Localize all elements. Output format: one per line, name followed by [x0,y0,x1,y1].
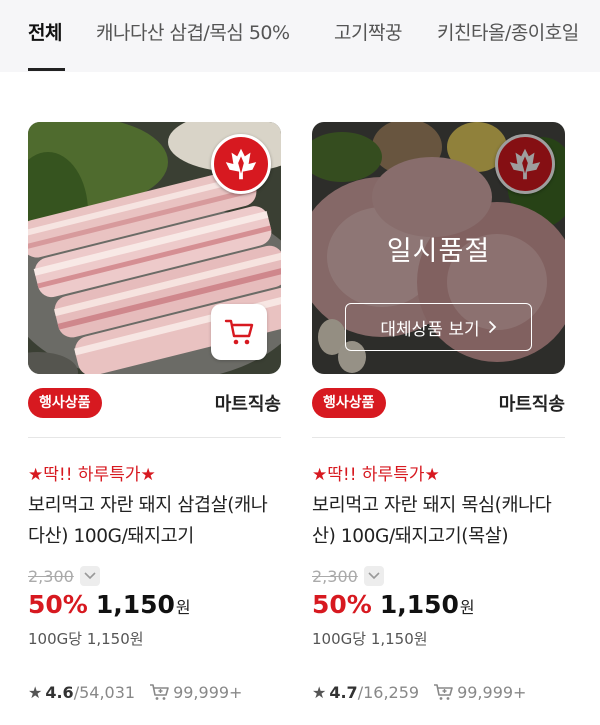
rating-value: 4.6 [45,682,74,702]
add-to-cart-button[interactable] [211,304,267,360]
event-badge: 행사상품 [312,388,386,418]
unit-price: 100G당 1,150원 [312,630,428,648]
category-tab-bar: 전체 캐나다산 삼겹/목심 50% 고기짝꿍 키친타올/종이호일 [0,0,600,72]
cart-plus-icon [433,683,453,701]
review-count: /16,259 [357,682,420,702]
brand-logo-badge [211,134,271,194]
unit-price: 100G당 1,150원 [28,630,144,648]
original-price-row: 2,300 [28,566,281,586]
product-card[interactable]: 행사상품 마트직송 ★딱!! 하루특가★ 보리먹고 자란 돼지 삼겹살(캐나다산… [28,122,281,704]
price-row: 50% 1,150 원 [28,590,281,626]
currency-unit: 원 [175,598,191,617]
price-row: 50% 1,150 원 [312,590,565,626]
delivery-type: 마트직송 [498,394,565,415]
review-count: /54,031 [73,682,136,702]
product-image[interactable]: 일시품절 대체상품 보기 [312,122,565,374]
original-price-row: 2,300 [312,566,565,586]
chevron-right-icon [488,320,496,334]
active-tab-indicator [28,68,65,71]
tab-meat-companion[interactable]: 고기짝꿍 [334,18,402,45]
tab-canada-pork[interactable]: 캐나다산 삼겹/목심 50% [96,18,290,45]
sale-price: 1,150 [95,590,175,619]
cart-icon [224,319,254,345]
product-image[interactable] [28,122,281,374]
product-title[interactable]: 보리먹고 자란 돼지 목심(캐나다산) 100G/돼지고기(목살) [312,490,565,554]
product-card[interactable]: 일시품절 대체상품 보기 행사상품 마트직송 ★딱!! 하루특가★ 보리먹고 자… [312,122,565,704]
maple-leaf-icon [225,148,257,180]
cart-add-count: 99,999+ [457,682,527,702]
view-replacement-button[interactable]: 대체상품 보기 [345,303,532,351]
chevron-down-icon [84,572,96,580]
promo-text: ★딱!! 하루특가★ [312,465,440,485]
event-badge: 행사상품 [28,388,102,418]
original-price: 2,300 [312,566,358,586]
tab-all[interactable]: 전체 [28,18,62,45]
discount-rate: 50% [28,590,88,619]
badge-row: 행사상품 마트직송 [28,374,281,438]
cart-plus-icon [149,683,169,701]
star-icon: ★ [28,682,43,702]
star-icon: ★ [312,682,327,702]
chevron-down-icon [368,572,380,580]
stats-row: ★ 4.7 /16,259 99,999+ [312,680,565,704]
price-detail-toggle[interactable] [363,566,384,586]
price-detail-toggle[interactable] [79,566,100,586]
soldout-label: 일시품절 [386,236,491,267]
replacement-label: 대체상품 보기 [380,319,480,340]
rating-value: 4.7 [329,682,358,702]
original-price: 2,300 [28,566,74,586]
discount-rate: 50% [312,590,372,619]
currency-unit: 원 [459,598,475,617]
stats-row: ★ 4.6 /54,031 99,999+ [28,680,281,704]
delivery-type: 마트직송 [214,394,281,415]
product-title[interactable]: 보리먹고 자란 돼지 삼겹살(캐나다산) 100G/돼지고기 [28,490,281,554]
badge-row: 행사상품 마트직송 [312,374,565,438]
cart-add-count: 99,999+ [173,682,243,702]
promo-text: ★딱!! 하루특가★ [28,465,156,485]
tab-kitchen-towel[interactable]: 키친타올/종이호일 [437,18,579,45]
sale-price: 1,150 [379,590,459,619]
